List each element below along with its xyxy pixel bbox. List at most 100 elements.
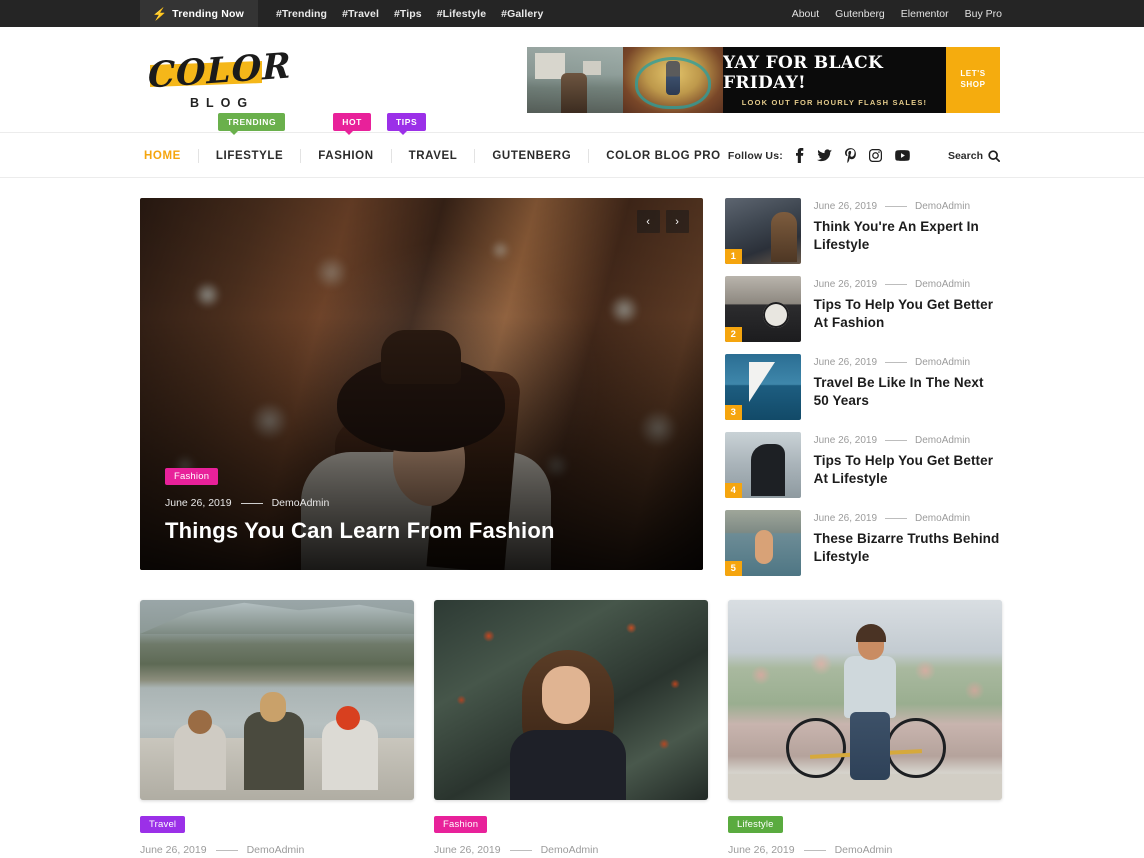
hero-date: June 26, 2019 [165,497,232,509]
post-card-body: TravelJune 26, 2019DemoAdminPreparations… [140,800,414,858]
hero-slider-controls: ‹ › [636,210,689,233]
hero-title[interactable]: Things You Can Learn From Fashion [165,518,673,544]
nav-item-home[interactable]: HOME [144,148,199,163]
banner-shop-button[interactable]: LET'S SHOP [946,46,1000,113]
post-card-meta: June 26, 2019 DemoAdmin [434,844,708,856]
trending-list: 1 June 26, 2019 DemoAdmin Think You're An E… [724,198,1000,576]
trending-list-item[interactable]: 1 June 26, 2019 DemoAdmin Think You're An E… [724,198,1000,264]
trending-item-title[interactable]: Think You're An Expert In Lifestyle [814,218,1000,254]
post-card[interactable]: FashionJune 26, 2019DemoAdminBelieve The… [434,600,708,858]
trending-item-author[interactable]: DemoAdmin [915,513,970,524]
trending-item-date: June 26, 2019 [813,279,878,290]
banner-title: YAY FOR BLACK FRIDAY! [723,52,884,93]
trending-thumbnail[interactable]: 1 [724,198,801,264]
slider-prev-button[interactable]: ‹ [636,210,660,233]
instagram-icon[interactable] [868,149,882,162]
nav-item-fashion[interactable]: FASHION [301,148,392,163]
meta-divider [803,849,826,851]
trending-item-body: June 26, 2019 DemoAdmin Think You're An Ex… [814,198,1000,254]
trending-tag-1[interactable]: #Travel [342,8,379,20]
trending-thumbnail[interactable]: 4 [724,432,801,498]
trending-item-body: June 26, 2019 DemoAdmin Travel Be Like In … [814,354,1000,410]
post-card[interactable]: TravelJune 26, 2019DemoAdminPreparations… [140,600,414,858]
trending-item-title[interactable]: These Bizarre Truths Behind Lifestyle [814,530,1000,566]
post-author[interactable]: DemoAdmin [835,844,893,856]
topbar-link-buy-pro[interactable]: Buy Pro [965,8,1002,20]
trending-item-body: June 26, 2019 DemoAdmin These Bizarre Trut… [814,510,1000,566]
trending-item-author[interactable]: DemoAdmin [915,201,970,212]
hero-caption: Fashion June 26, 2019 DemoAdmin Things Y… [165,466,673,544]
search-button[interactable]: Search [948,150,1000,162]
post-card-meta: June 26, 2019 DemoAdmin [728,844,1002,856]
trending-item-meta: June 26, 2019 DemoAdmin [814,357,1000,368]
trending-tag-2[interactable]: #Tips [394,8,422,20]
trending-item-title[interactable]: Tips To Help You Get Better At Fashion [814,296,1000,332]
trending-now-label: ⚡ Trending Now [140,0,258,27]
trending-thumbnail[interactable]: 5 [724,510,801,576]
slider-next-button[interactable]: › [665,210,689,233]
banner-photo-right [623,46,723,113]
post-category-badge[interactable]: Fashion [434,816,488,833]
banner-subtitle: LOOK OUT FOR HOURLY FLASH SALES! [741,97,928,107]
trending-tag-0[interactable]: #Trending [276,8,327,20]
trending-tag-4[interactable]: #Gallery [501,8,543,20]
banner-photo-left [527,46,623,113]
trending-item-title[interactable]: Tips To Help You Get Better At Lifestyle [814,452,1000,488]
top-bar: ⚡ Trending Now #Trending #Travel #Tips #Lif… [0,0,1144,27]
meta-divider [885,206,908,207]
nav-item-travel[interactable]: TRAVEL [392,148,476,163]
facebook-icon[interactable] [795,148,804,163]
trending-item-body: June 26, 2019 DemoAdmin Tips To Help You G… [814,432,1000,488]
hero-category-badge[interactable]: Fashion [165,468,219,485]
trending-item-title[interactable]: Travel Be Like In The Next 50 Years [814,374,1000,410]
trending-rank-badge: 3 [724,405,742,420]
nav-badge-tips: TIPS [386,113,427,135]
trending-item-meta: June 26, 2019 DemoAdmin [814,435,1000,446]
trending-thumbnail[interactable]: 2 [724,276,801,342]
banner-copy: YAY FOR BLACK FRIDAY! LOOK OUT FOR HOURL… [723,46,946,113]
trending-item-author[interactable]: DemoAdmin [915,357,970,368]
trending-rank-badge: 2 [724,327,742,342]
site-logo[interactable]: COLOR BLOG [144,45,297,110]
post-card[interactable]: LifestyleJune 26, 2019DemoAdminSkills Of… [728,600,1002,858]
nav-item-color-blog-pro[interactable]: COLOR BLOG PRO [589,149,720,163]
post-category-badge[interactable]: Lifestyle [728,816,783,833]
trending-tag-3[interactable]: #Lifestyle [437,8,486,20]
meta-divider [885,440,908,441]
search-label: Search [947,149,983,162]
topbar-link-elementor[interactable]: Elementor [901,8,949,20]
meta-divider [215,849,238,851]
post-date: June 26, 2019 [434,844,501,856]
meta-divider [240,502,263,504]
post-card-meta: June 26, 2019 DemoAdmin [140,844,414,856]
trending-item-date: June 26, 2019 [813,513,878,524]
post-card-image[interactable] [140,600,414,800]
trending-item-author[interactable]: DemoAdmin [915,279,970,290]
post-category-badge[interactable]: Travel [140,816,186,833]
nav-item-gutenberg[interactable]: GUTENBERG [475,148,590,163]
pinterest-icon[interactable] [844,148,856,163]
logo-mark: COLOR [144,45,297,97]
hero-author[interactable]: DemoAdmin [272,497,330,509]
meta-divider [509,849,532,851]
nav-item-lifestyle[interactable]: LIFESTYLE [199,148,302,163]
post-card-image[interactable] [434,600,708,800]
trending-item-meta: June 26, 2019 DemoAdmin [814,279,1000,290]
hero-slider[interactable]: ‹ › Fashion June 26, 2019 DemoAdmin Thin… [140,198,703,570]
post-card-image[interactable] [728,600,1002,800]
trending-thumbnail[interactable]: 3 [724,354,801,420]
topbar-link-gutenberg[interactable]: Gutenberg [835,8,885,20]
twitter-icon[interactable] [816,149,832,162]
post-author[interactable]: DemoAdmin [541,844,599,856]
banner-ad[interactable]: YAY FOR BLACK FRIDAY! LOOK OUT FOR HOURL… [527,46,1000,113]
trending-list-item[interactable]: 4 June 26, 2019 DemoAdmin Tips To Help You … [724,432,1000,498]
trending-list-item[interactable]: 2 June 26, 2019 DemoAdmin Tips To Help You … [724,276,1000,342]
trending-list-item[interactable]: 3 June 26, 2019 DemoAdmin Travel Be Like In… [724,354,1000,420]
hero-meta: June 26, 2019 DemoAdmin [165,497,673,509]
youtube-icon[interactable] [895,150,910,161]
topbar-link-about[interactable]: About [792,8,819,20]
post-author[interactable]: DemoAdmin [247,844,305,856]
post-card-body: LifestyleJune 26, 2019DemoAdminSkills Of… [728,800,1002,858]
trending-item-author[interactable]: DemoAdmin [915,435,970,446]
trending-list-item[interactable]: 5 June 26, 2019 DemoAdmin These Bizarre Tru… [724,510,1000,576]
